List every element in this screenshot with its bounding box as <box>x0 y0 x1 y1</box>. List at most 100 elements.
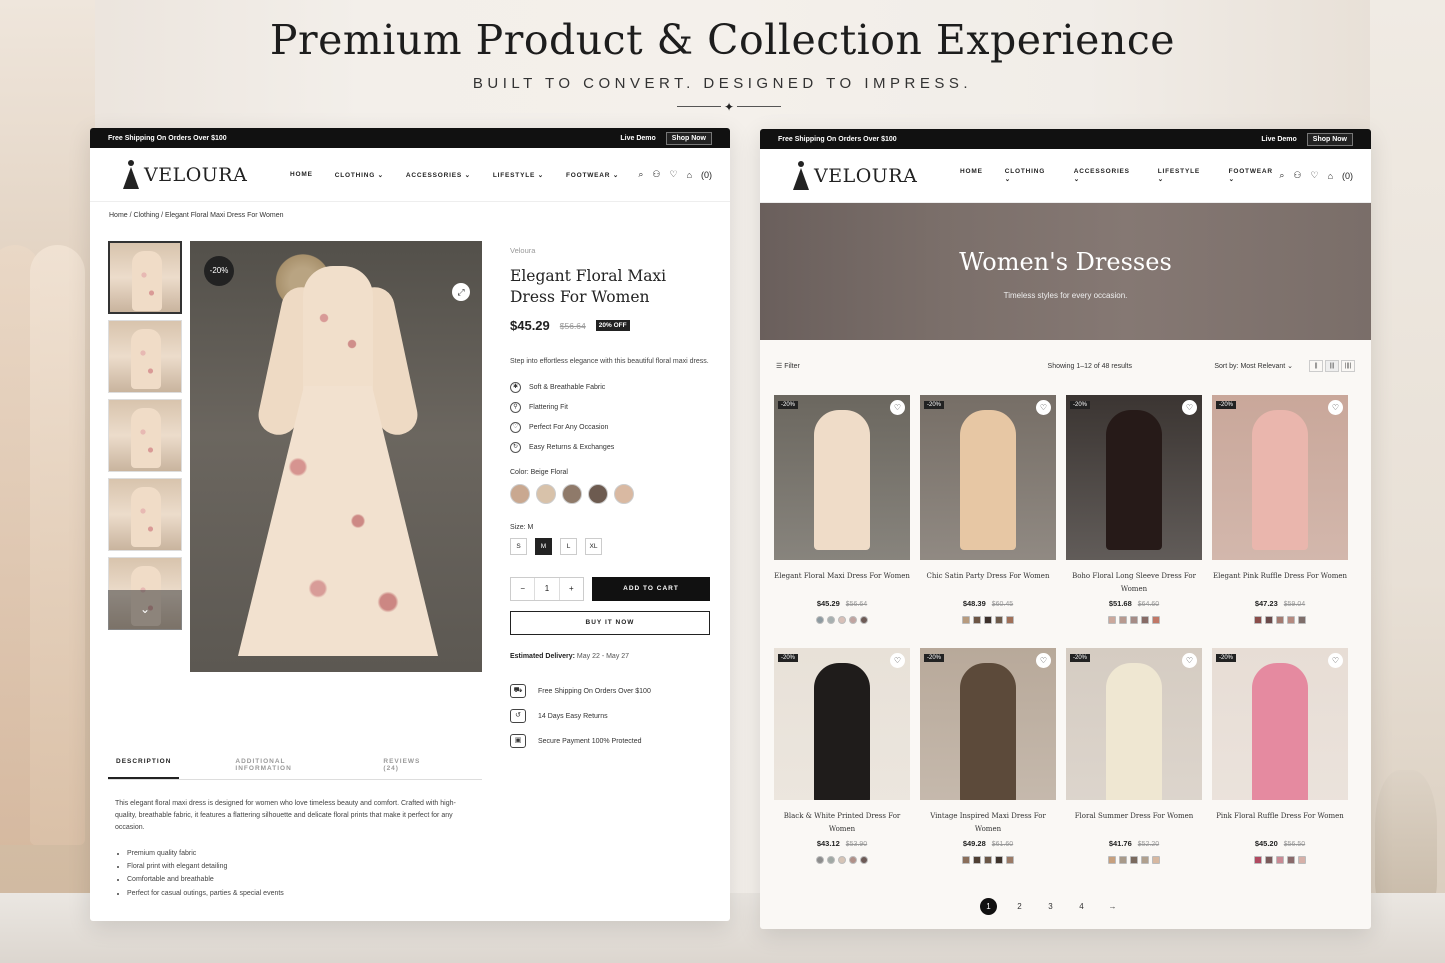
product-name[interactable]: Elegant Pink Ruffle Dress For Women <box>1212 570 1348 595</box>
size-option[interactable]: M <box>535 538 552 555</box>
next-page-arrow-icon[interactable]: → <box>1104 898 1121 915</box>
product-name[interactable]: Black & White Printed Dress For Women <box>774 810 910 835</box>
live-demo-link[interactable]: Live Demo <box>1261 136 1296 143</box>
product-name[interactable]: Chic Satin Party Dress For Women <box>920 570 1056 595</box>
wishlist-icon[interactable]: ♡ <box>669 169 677 180</box>
logo[interactable]: VELOURA <box>790 160 960 191</box>
color-swatch[interactable] <box>1254 856 1262 864</box>
wishlist-heart-icon[interactable]: ♡ <box>1328 400 1343 415</box>
color-swatch[interactable] <box>1141 856 1149 864</box>
tab-description[interactable]: DESCRIPTION <box>108 758 180 779</box>
color-swatch[interactable] <box>1298 616 1306 624</box>
page-1[interactable]: 1 <box>980 898 997 915</box>
nav-accessories[interactable]: ACCESSORIES ⌄ <box>1074 168 1136 183</box>
product-card[interactable]: -20% ♡ Vintage Inspired Maxi Dress For W… <box>920 648 1056 888</box>
product-image[interactable]: -20% ♡ <box>1212 648 1348 800</box>
color-swatch[interactable] <box>838 616 846 624</box>
page-2[interactable]: 2 <box>1011 898 1028 915</box>
wishlist-heart-icon[interactable]: ♡ <box>1182 400 1197 415</box>
product-card[interactable]: -20% ♡ Floral Summer Dress For Women $41… <box>1066 648 1202 888</box>
color-swatch[interactable] <box>973 856 981 864</box>
color-swatch[interactable] <box>838 856 846 864</box>
grid-4-icon[interactable]: |||| <box>1341 360 1356 372</box>
tab-reviews[interactable]: REVIEWS (24) <box>375 758 434 779</box>
nav-lifestyle[interactable]: LIFESTYLE ⌄ <box>493 171 544 179</box>
color-swatch[interactable] <box>973 616 981 624</box>
thumbnail-2[interactable] <box>108 320 182 393</box>
color-swatch[interactable] <box>588 484 608 504</box>
qty-plus-button[interactable]: + <box>560 578 583 600</box>
chevron-down-icon[interactable]: ⌄ <box>108 590 182 630</box>
buy-now-button[interactable]: BUY IT NOW <box>510 611 710 635</box>
product-name[interactable]: Floral Summer Dress For Women <box>1066 810 1202 835</box>
product-name[interactable]: Pink Floral Ruffle Dress For Women <box>1212 810 1348 835</box>
wishlist-heart-icon[interactable]: ♡ <box>1328 653 1343 668</box>
size-option[interactable]: S <box>510 538 527 555</box>
live-demo-link[interactable]: Live Demo <box>620 135 655 142</box>
color-swatch[interactable] <box>1006 616 1014 624</box>
color-swatch[interactable] <box>962 856 970 864</box>
product-card[interactable]: -20% ♡ Chic Satin Party Dress For Women … <box>920 395 1056 648</box>
product-card[interactable]: -20% ♡ Elegant Pink Ruffle Dress For Wom… <box>1212 395 1348 648</box>
product-name[interactable]: Elegant Floral Maxi Dress For Women <box>774 570 910 595</box>
filter-button[interactable]: ☰ Filter <box>776 362 985 370</box>
nav-accessories[interactable]: ACCESSORIES ⌄ <box>406 171 471 179</box>
product-card[interactable]: -20% ♡ Black & White Printed Dress For W… <box>774 648 910 888</box>
color-swatch[interactable] <box>1265 856 1273 864</box>
color-swatch[interactable] <box>1119 616 1127 624</box>
nav-home[interactable]: HOME <box>290 171 313 179</box>
search-icon[interactable]: ⌕ <box>638 169 643 180</box>
color-swatch[interactable] <box>1254 616 1262 624</box>
nav-footwear[interactable]: FOOTWEAR ⌄ <box>566 171 619 179</box>
nav-lifestyle[interactable]: LIFESTYLE ⌄ <box>1158 168 1207 183</box>
color-swatch[interactable] <box>1152 856 1160 864</box>
product-image[interactable]: -20% ♡ <box>1212 395 1348 560</box>
color-swatch[interactable] <box>984 856 992 864</box>
tab-additional-information[interactable]: ADDITIONAL INFORMATION <box>227 758 327 779</box>
product-card[interactable]: -20% ♡ Elegant Floral Maxi Dress For Wom… <box>774 395 910 648</box>
user-icon[interactable]: ⚇ <box>652 169 660 180</box>
color-swatch[interactable] <box>1108 856 1116 864</box>
color-swatch[interactable] <box>536 484 556 504</box>
color-swatch[interactable] <box>1152 616 1160 624</box>
color-swatch[interactable] <box>1287 616 1295 624</box>
thumbnail-3[interactable] <box>108 399 182 472</box>
size-option[interactable]: L <box>560 538 577 555</box>
color-swatch[interactable] <box>849 856 857 864</box>
color-swatch[interactable] <box>962 616 970 624</box>
qty-minus-button[interactable]: − <box>511 578 536 600</box>
color-swatch[interactable] <box>1130 616 1138 624</box>
color-swatch[interactable] <box>1108 616 1116 624</box>
color-swatch[interactable] <box>995 616 1003 624</box>
wishlist-heart-icon[interactable]: ♡ <box>1036 653 1051 668</box>
grid-2-icon[interactable]: || <box>1309 360 1324 372</box>
expand-icon[interactable]: ⤢ <box>452 283 470 301</box>
wishlist-heart-icon[interactable]: ♡ <box>890 653 905 668</box>
grid-3-icon[interactable]: ||| <box>1325 360 1340 372</box>
color-swatch[interactable] <box>816 616 824 624</box>
add-to-cart-button[interactable]: ADD TO CART <box>592 577 710 601</box>
user-icon[interactable]: ⚇ <box>1293 170 1301 181</box>
page-3[interactable]: 3 <box>1042 898 1059 915</box>
nav-clothing[interactable]: CLOTHING ⌄ <box>335 171 384 179</box>
wishlist-icon[interactable]: ♡ <box>1310 170 1318 181</box>
color-swatch[interactable] <box>1265 616 1273 624</box>
color-swatch[interactable] <box>510 484 530 504</box>
color-swatch[interactable] <box>827 616 835 624</box>
thumbnail-4[interactable] <box>108 478 182 551</box>
main-product-image[interactable]: -20% ⤢ <box>190 241 482 672</box>
shop-now-button[interactable]: Shop Now <box>1306 132 1353 146</box>
shop-now-button[interactable]: Shop Now <box>665 131 712 145</box>
color-swatch[interactable] <box>1287 856 1295 864</box>
sort-select[interactable]: Most Relevant ⌄ <box>1240 363 1293 370</box>
wishlist-heart-icon[interactable]: ♡ <box>1182 653 1197 668</box>
color-swatch[interactable] <box>1276 856 1284 864</box>
cart-icon[interactable]: ⌂ <box>687 170 692 180</box>
color-swatch[interactable] <box>1006 856 1014 864</box>
product-card[interactable]: -20% ♡ Boho Floral Long Sleeve Dress For… <box>1066 395 1202 648</box>
cart-icon[interactable]: ⌂ <box>1328 171 1333 181</box>
nav-footwear[interactable]: FOOTWEAR ⌄ <box>1229 168 1280 183</box>
color-swatch[interactable] <box>995 856 1003 864</box>
thumbnail-1[interactable] <box>108 241 182 314</box>
product-image[interactable]: -20% ♡ <box>774 648 910 800</box>
